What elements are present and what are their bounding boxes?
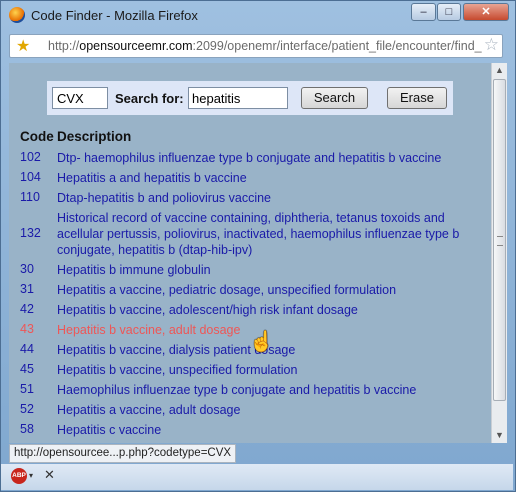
adblock-plus-icon[interactable]: ABP <box>11 468 27 484</box>
row-description[interactable]: Hepatitis b vaccine, adolescent/high ris… <box>57 302 477 318</box>
vertical-scrollbar[interactable]: ▲ ▼ <box>491 63 507 443</box>
search-input[interactable] <box>188 87 288 109</box>
row-description[interactable]: Hepatitis a and hepatitis b vaccine <box>57 170 477 186</box>
maximize-button[interactable]: □ <box>437 3 461 21</box>
addon-bar: ABP ▾ ✕ <box>1 464 513 490</box>
adblock-dropdown-icon[interactable]: ▾ <box>29 471 33 480</box>
scrollbar-thumb[interactable] <box>493 79 506 401</box>
hand-cursor-icon: ☝ <box>249 331 274 353</box>
url-domain: opensourceemr.com <box>79 39 193 53</box>
url-prefix: http:// <box>48 39 80 53</box>
row-code[interactable]: 43 <box>20 322 34 336</box>
row-description[interactable]: Hepatitis b immune globulin <box>57 262 477 278</box>
search-button[interactable]: Search <box>301 87 368 109</box>
column-header-code: Code <box>20 129 54 144</box>
row-code[interactable]: 45 <box>20 362 34 376</box>
code-type-field[interactable] <box>52 87 108 109</box>
bookmark-page-icon[interactable]: ☆ <box>484 35 499 55</box>
close-addon-bar-icon[interactable]: ✕ <box>44 467 55 483</box>
column-header-description: Description <box>57 129 132 144</box>
url-text[interactable]: http://opensourceemr.com:2099/openemr/in… <box>48 39 482 53</box>
row-code[interactable]: 52 <box>20 402 34 416</box>
row-description[interactable]: Hepatitis c vaccine <box>57 422 477 438</box>
row-code[interactable]: 42 <box>20 302 34 316</box>
scroll-up-icon[interactable]: ▲ <box>495 65 504 75</box>
row-description[interactable]: Historical record of vaccine containing,… <box>57 210 477 258</box>
scroll-down-icon[interactable]: ▼ <box>495 430 504 440</box>
row-code[interactable]: 31 <box>20 282 34 296</box>
title-bar[interactable]: Code Finder - Mozilla Firefox – □ ✕ <box>1 1 515 31</box>
firefox-icon <box>9 7 25 23</box>
row-code[interactable]: 51 <box>20 382 34 396</box>
minimize-button[interactable]: – <box>411 3 436 21</box>
url-bar[interactable]: ★ http://opensourceemr.com:2099/openemr/… <box>9 34 503 58</box>
row-code[interactable]: 110 <box>20 190 40 204</box>
row-description[interactable]: Dtp- haemophilus influenzae type b conju… <box>57 150 477 166</box>
bookmark-star-icon[interactable]: ★ <box>16 36 30 56</box>
row-code[interactable]: 104 <box>20 170 41 184</box>
search-form: Search for: Search Erase <box>47 81 453 115</box>
row-description[interactable]: Dtap-hepatitis b and poliovirus vaccine <box>57 190 477 206</box>
row-code[interactable]: 44 <box>20 342 34 356</box>
row-description[interactable]: Hepatitis b vaccine, unspecified formula… <box>57 362 477 378</box>
row-code[interactable]: 102 <box>20 150 41 164</box>
row-description[interactable]: Hepatitis a vaccine, pediatric dosage, u… <box>57 282 477 298</box>
row-code[interactable]: 58 <box>20 422 34 436</box>
close-window-button[interactable]: ✕ <box>463 3 509 21</box>
status-bar-url: http://opensourcee...p.php?codetype=CVX <box>9 444 237 463</box>
search-label: Search for: <box>115 91 184 106</box>
url-path: :2099/openemr/interface/patient_file/enc… <box>192 39 482 53</box>
row-description[interactable]: Hepatitis a vaccine, adult dosage <box>57 402 477 418</box>
grip-icon <box>497 236 503 246</box>
page-content: Search for: Search Erase Code Descriptio… <box>9 63 491 443</box>
row-code[interactable]: 132 <box>20 226 41 240</box>
row-description[interactable]: Haemophilus influenzae type b conjugate … <box>57 382 477 398</box>
window-title: Code Finder - Mozilla Firefox <box>31 8 198 23</box>
row-code[interactable]: 30 <box>20 262 34 276</box>
erase-button[interactable]: Erase <box>387 87 447 109</box>
